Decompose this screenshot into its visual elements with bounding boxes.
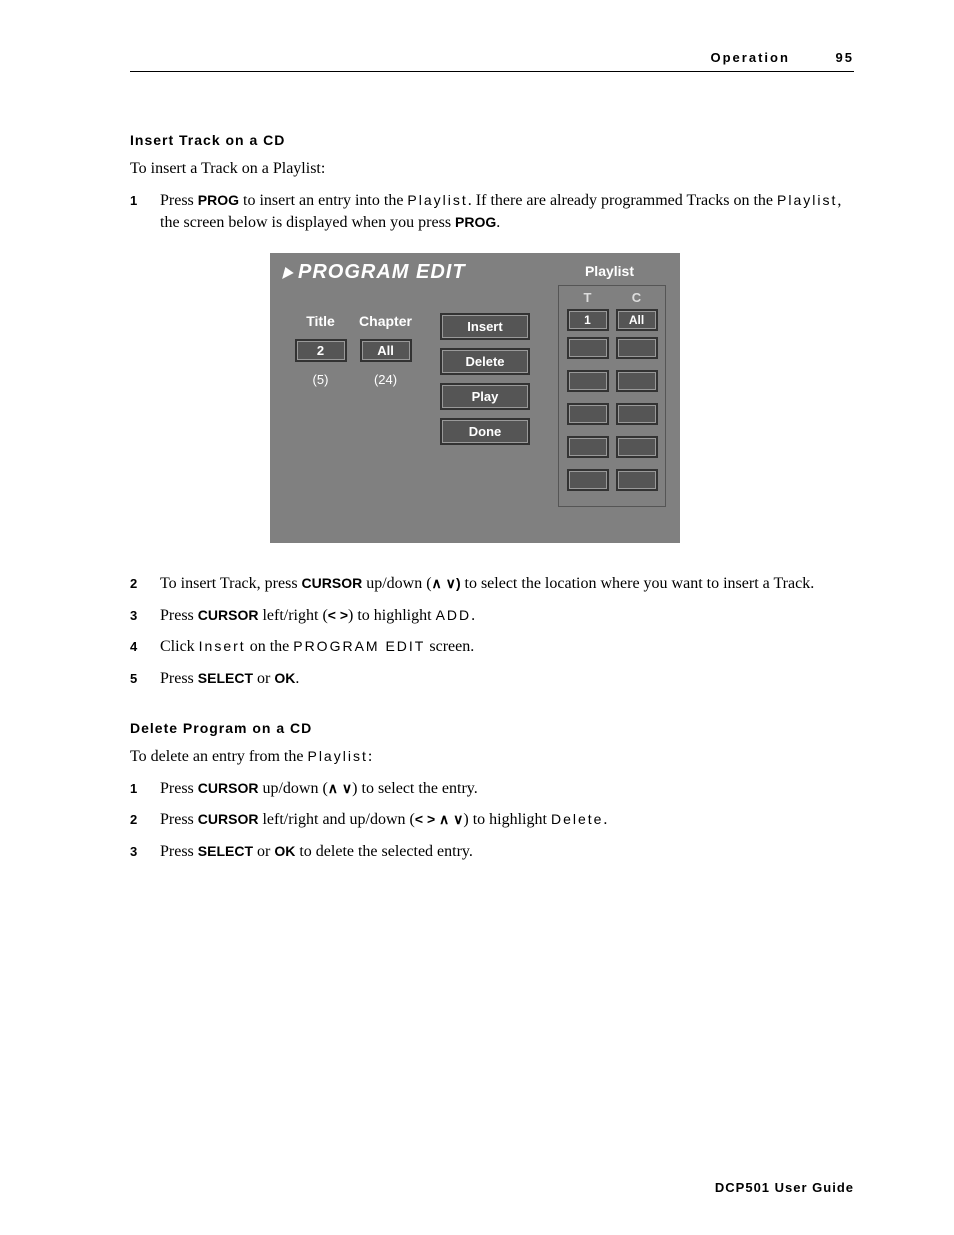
insert-button[interactable]: Insert bbox=[440, 313, 530, 340]
playlist-c[interactable] bbox=[616, 337, 658, 359]
col-title: Title bbox=[288, 313, 353, 329]
playlist-col-t: T bbox=[563, 290, 612, 309]
header-section: Operation bbox=[711, 50, 790, 65]
section-title-insert: Insert Track on a CD bbox=[130, 132, 854, 148]
table-row bbox=[563, 403, 661, 430]
list-item: 5 Press SELECT or OK. bbox=[130, 668, 854, 690]
section1-steps-cont: 2 To insert Track, press CURSOR up/down … bbox=[130, 573, 854, 689]
section1-steps: 1 Press PROG to insert an entry into the… bbox=[130, 190, 854, 233]
table-row: 1 All bbox=[563, 309, 661, 331]
list-item: 2 To insert Track, press CURSOR up/down … bbox=[130, 573, 854, 595]
list-item: 3 Press CURSOR left/right (< >) to highl… bbox=[130, 605, 854, 627]
list-item: 2 Press CURSOR left/right and up/down (<… bbox=[130, 809, 854, 831]
table-row bbox=[563, 436, 661, 463]
playlist-t[interactable] bbox=[567, 403, 609, 425]
title-value[interactable]: 2 bbox=[295, 339, 347, 362]
table-row bbox=[563, 370, 661, 397]
screen-buttons: Insert Delete Play Done bbox=[440, 313, 530, 453]
playlist-label: Playlist bbox=[585, 263, 634, 279]
title-total: (5) bbox=[288, 372, 353, 387]
playlist-c[interactable] bbox=[616, 403, 658, 425]
program-edit-screen: PROGRAM EDIT Playlist Title Chapter 2 Al… bbox=[270, 253, 680, 543]
playlist-c[interactable] bbox=[616, 469, 658, 491]
section1-intro: To insert a Track on a Playlist: bbox=[130, 160, 854, 178]
table-row bbox=[563, 469, 661, 496]
page-number: 95 bbox=[836, 50, 854, 65]
playlist-c[interactable] bbox=[616, 436, 658, 458]
list-item: 3 Press SELECT or OK to delete the selec… bbox=[130, 841, 854, 863]
playlist-t[interactable]: 1 bbox=[567, 309, 609, 331]
playlist-c[interactable]: All bbox=[616, 309, 658, 331]
footer-guide: DCP501 User Guide bbox=[715, 1180, 854, 1195]
page-header: Operation 95 bbox=[130, 50, 854, 72]
done-button[interactable]: Done bbox=[440, 418, 530, 445]
playlist-t[interactable] bbox=[567, 337, 609, 359]
list-item: 1 Press CURSOR up/down (∧ ∨) to select t… bbox=[130, 778, 854, 800]
playlist-t[interactable] bbox=[567, 436, 609, 458]
playlist-t[interactable] bbox=[567, 469, 609, 491]
playlist-col-c: C bbox=[612, 290, 661, 309]
playlist-panel: T C 1 All bbox=[558, 285, 666, 507]
list-item: 4 Click Insert on the PROGRAM EDIT scree… bbox=[130, 636, 854, 658]
list-item: 1 Press PROG to insert an entry into the… bbox=[130, 190, 854, 233]
screen-left-panel: Title Chapter 2 All (5) (24) bbox=[288, 313, 418, 387]
col-chapter: Chapter bbox=[353, 313, 418, 329]
chapter-total: (24) bbox=[353, 372, 418, 387]
delete-button[interactable]: Delete bbox=[440, 348, 530, 375]
section2-steps: 1 Press CURSOR up/down (∧ ∨) to select t… bbox=[130, 778, 854, 863]
table-row bbox=[563, 337, 661, 364]
section-title-delete: Delete Program on a CD bbox=[130, 720, 854, 736]
playlist-c[interactable] bbox=[616, 370, 658, 392]
section2-intro: To delete an entry from the Playlist: bbox=[130, 748, 854, 766]
play-button[interactable]: Play bbox=[440, 383, 530, 410]
screen-title: PROGRAM EDIT bbox=[284, 261, 466, 284]
chapter-value[interactable]: All bbox=[360, 339, 412, 362]
playlist-t[interactable] bbox=[567, 370, 609, 392]
